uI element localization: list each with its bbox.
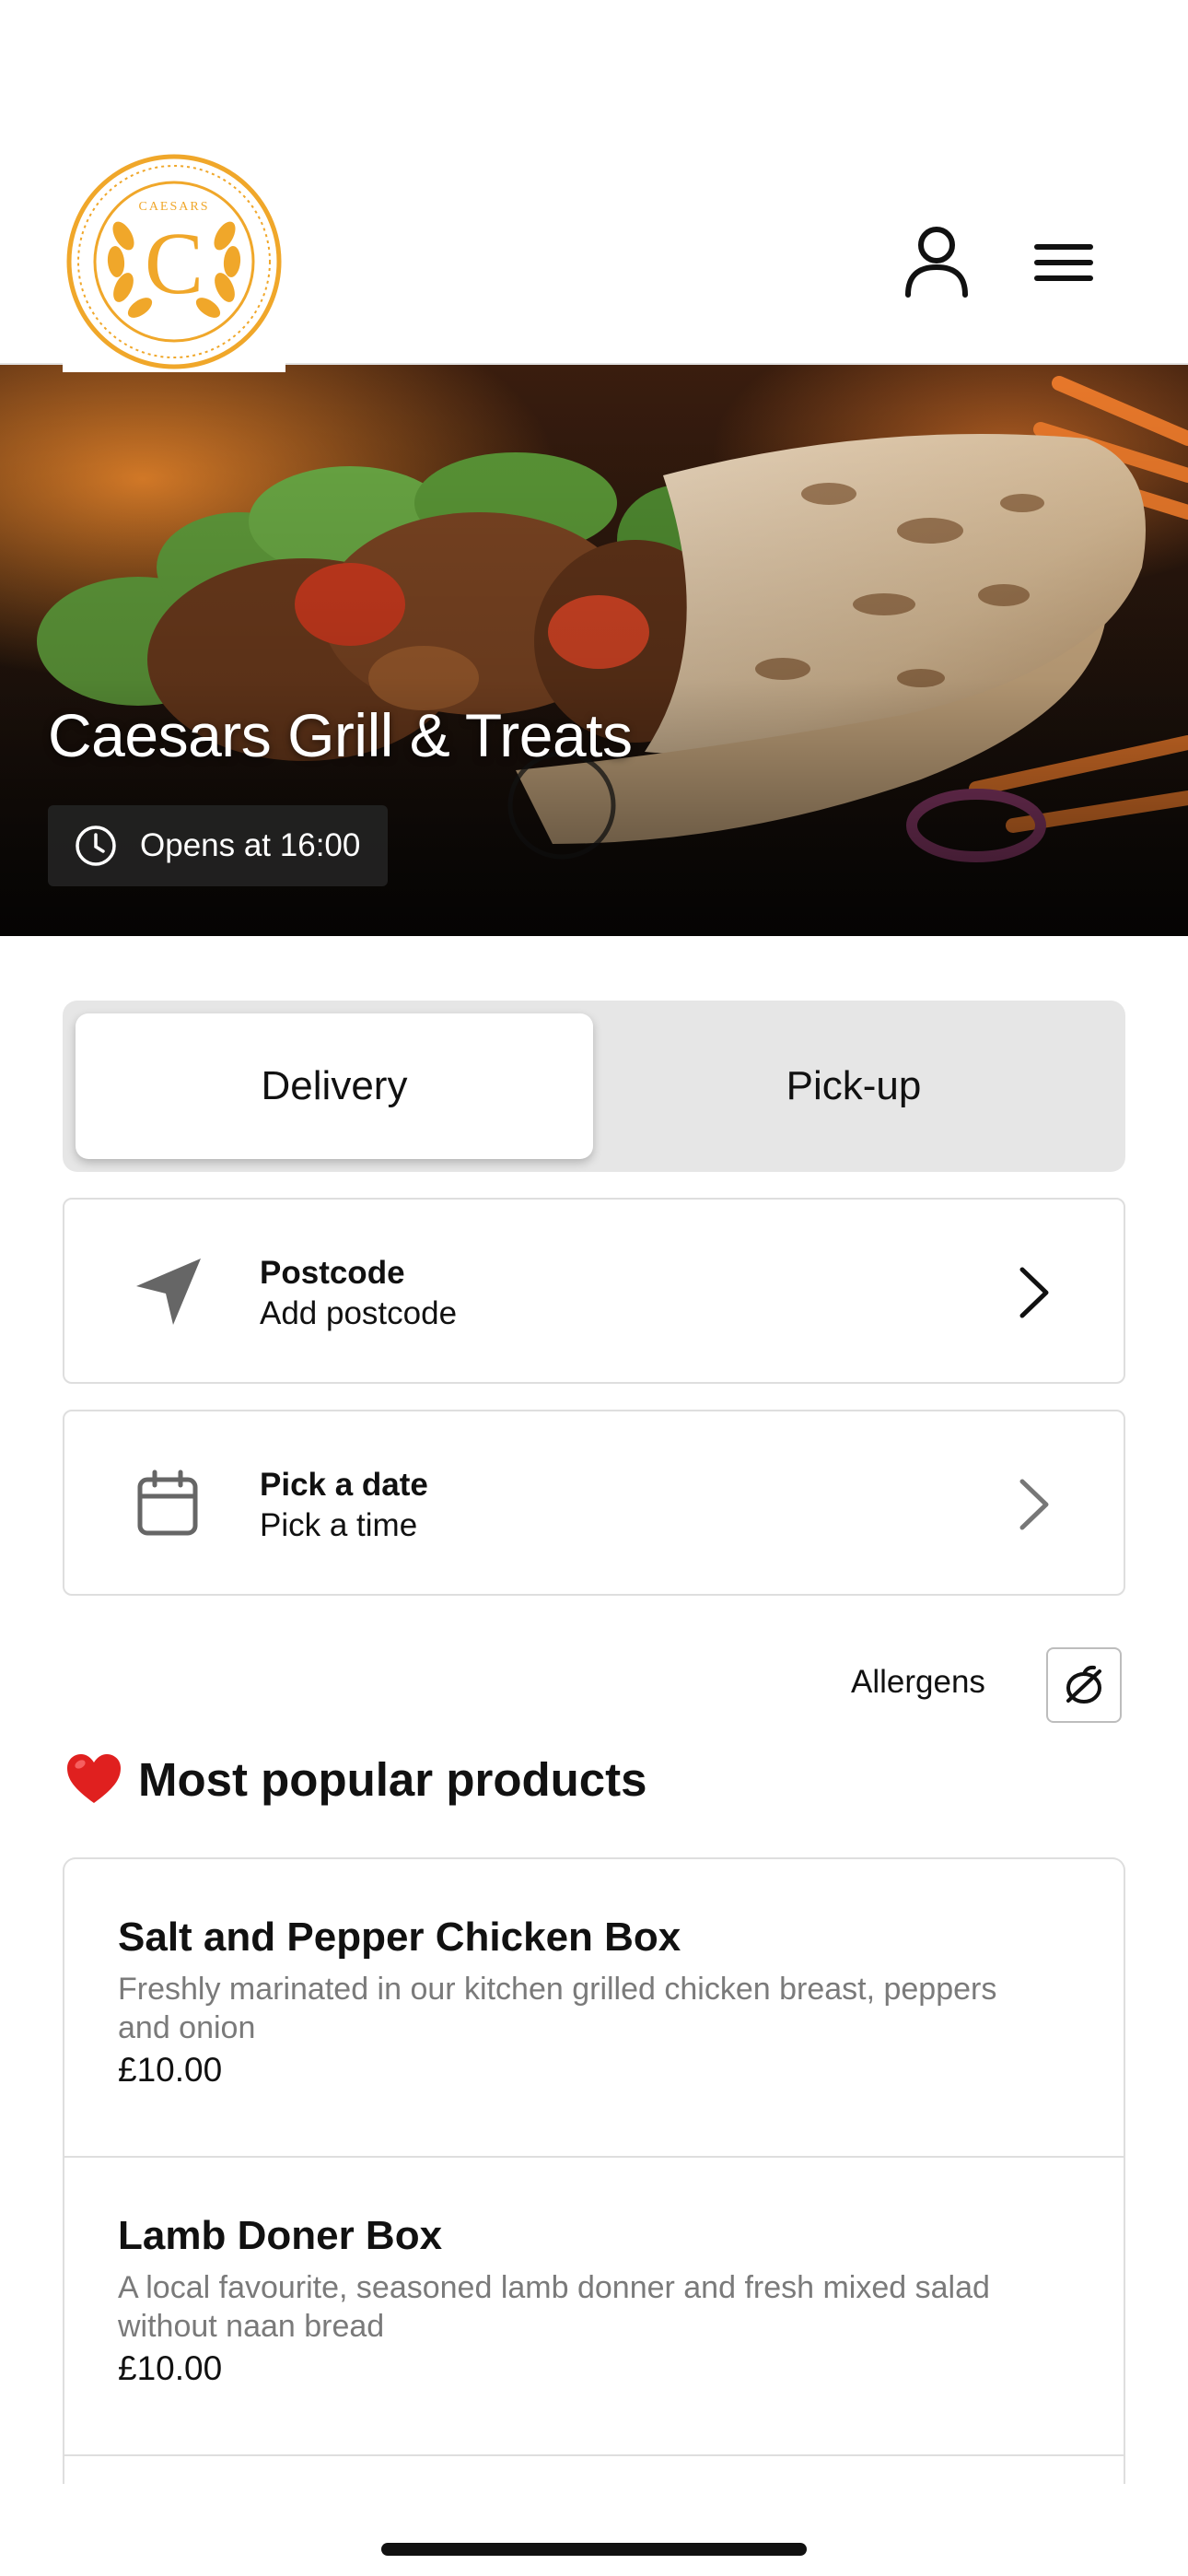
calendar-icon bbox=[137, 1469, 198, 1536]
restaurant-logo[interactable]: CAESARS C bbox=[63, 147, 285, 372]
delivery-tab[interactable]: Delivery bbox=[76, 1013, 593, 1159]
product-list: Salt and Pepper Chicken Box Freshly mari… bbox=[63, 1857, 1125, 2484]
date-title: Pick a date bbox=[260, 1467, 428, 1503]
product-name: Lamb Doner Box bbox=[118, 2213, 443, 2258]
section-title: Most popular products bbox=[138, 1752, 647, 1806]
product-card[interactable]: Salt and Pepper Chicken Box Freshly mari… bbox=[64, 1859, 1124, 2158]
chevron-right-icon bbox=[1019, 1267, 1049, 1318]
product-card[interactable]: Lamb Doner Box A local favourite, season… bbox=[64, 2158, 1124, 2456]
product-description: Freshly marinated in our kitchen grilled… bbox=[118, 1972, 997, 2045]
product-description: A local favourite, seasoned lamb donner … bbox=[118, 2270, 990, 2344]
opening-status-badge: Opens at 16:00 bbox=[48, 805, 389, 886]
page: CAESARS C Caesars Grill & Treats Opens a… bbox=[0, 0, 1188, 2576]
restaurant-name: Caesars Grill & Treats bbox=[48, 701, 633, 769]
account-icon[interactable] bbox=[895, 221, 978, 304]
date-time-row[interactable]: Pick a date Pick a time bbox=[63, 1410, 1125, 1596]
postcode-value: Add postcode bbox=[260, 1295, 458, 1331]
home-indicator bbox=[381, 2543, 807, 2556]
hamburger-menu-icon[interactable] bbox=[1022, 221, 1105, 304]
allergens-button[interactable] bbox=[1046, 1647, 1122, 1723]
pickup-tab[interactable]: Pick-up bbox=[595, 1013, 1112, 1159]
allergens-label[interactable]: Allergens bbox=[851, 1664, 985, 1701]
popular-products-heading: Most popular products bbox=[64, 1747, 646, 1811]
time-subtitle: Pick a time bbox=[260, 1507, 418, 1543]
logo-letter: C bbox=[145, 214, 204, 312]
opening-status-text: Opens at 16:00 bbox=[140, 827, 361, 863]
product-price: £10.00 bbox=[118, 2349, 223, 2387]
allergen-icon bbox=[1066, 1665, 1101, 1704]
product-price: £10.00 bbox=[118, 2051, 223, 2089]
clock-icon bbox=[76, 825, 116, 866]
chevron-right-icon bbox=[1019, 1479, 1049, 1530]
postcode-title: Postcode bbox=[260, 1255, 405, 1291]
hero-banner: Caesars Grill & Treats Opens at 16:00 bbox=[0, 365, 1188, 936]
product-name: Salt and Pepper Chicken Box bbox=[118, 1914, 681, 1960]
heart-icon bbox=[67, 1754, 121, 1803]
logo-text: CAESARS bbox=[138, 200, 209, 214]
postcode-row[interactable]: Postcode Add postcode bbox=[63, 1198, 1125, 1384]
order-mode-toggle: Delivery Pick-up bbox=[63, 1001, 1125, 1172]
location-arrow-icon bbox=[136, 1259, 201, 1325]
